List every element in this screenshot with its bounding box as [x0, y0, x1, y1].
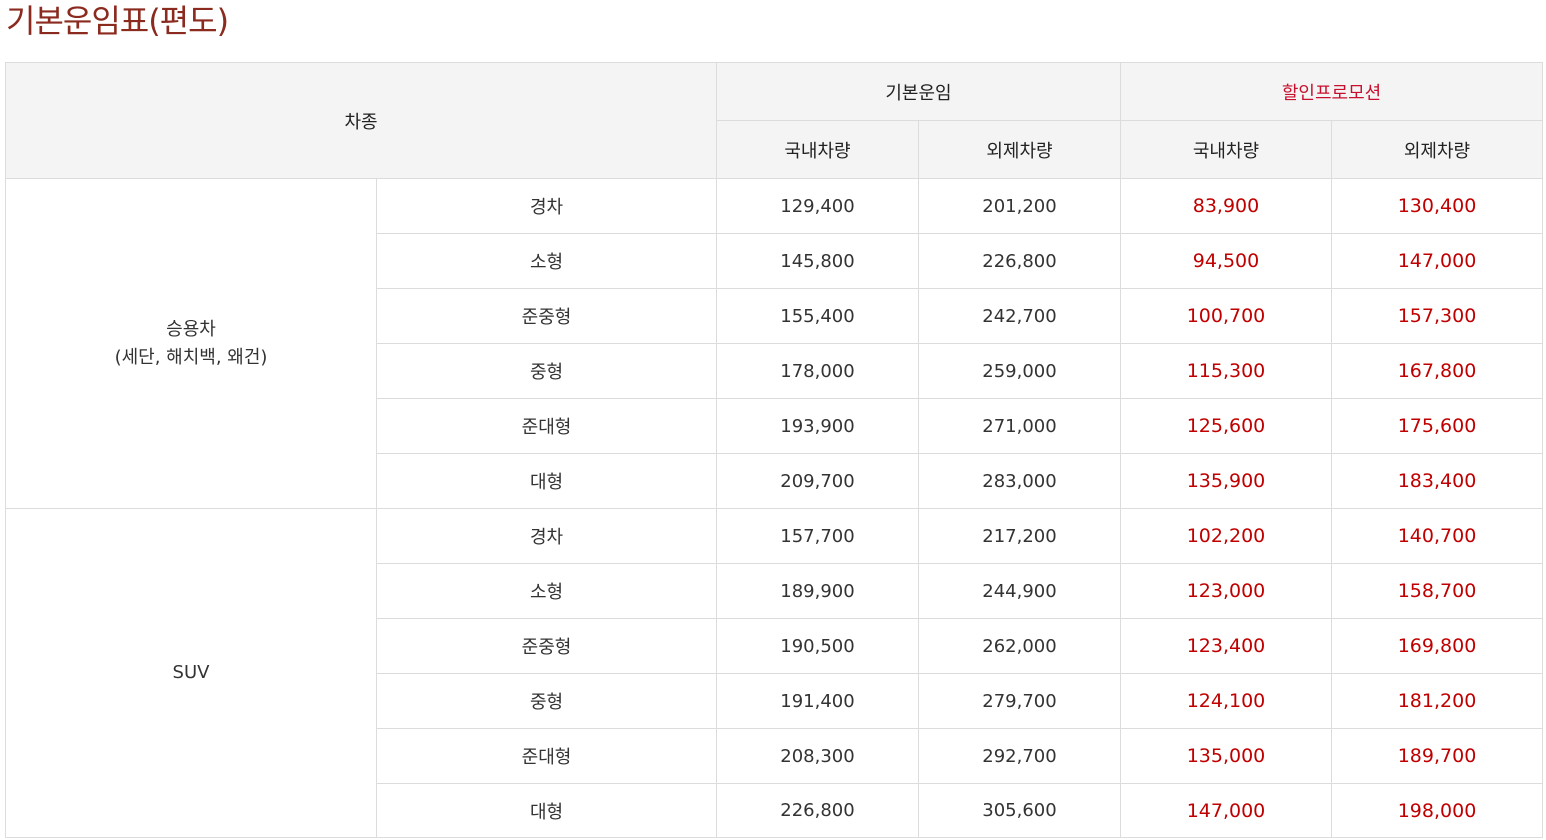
promo-domestic-fare: 123,400	[1120, 618, 1332, 674]
promo-foreign-fare: 175,600	[1330, 398, 1544, 454]
base-foreign-fare: 242,700	[918, 288, 1121, 344]
promo-foreign-fare: 167,800	[1330, 343, 1544, 399]
base-foreign-fare: 244,900	[918, 563, 1121, 619]
base-domestic-fare: 209,700	[716, 453, 919, 509]
vehicle-size: 중형	[376, 343, 717, 399]
base-foreign-fare: 283,000	[918, 453, 1121, 509]
promo-domestic-fare: 124,100	[1120, 673, 1332, 729]
promo-foreign-fare: 181,200	[1330, 673, 1544, 729]
base-domestic-fare: 226,800	[716, 783, 919, 838]
category-name: 승용차	[166, 318, 216, 340]
vehicle-size: 대형	[376, 783, 717, 838]
promo-domestic-fare: 115,300	[1120, 343, 1332, 399]
vehicle-size: 준대형	[376, 398, 717, 454]
base-domestic-fare: 189,900	[716, 563, 919, 619]
base-foreign-fare: 271,000	[918, 398, 1121, 454]
base-domestic-fare: 155,400	[716, 288, 919, 344]
base-domestic-fare: 129,400	[716, 178, 919, 234]
vehicle-size: 경차	[376, 508, 717, 564]
promo-foreign-fare: 158,700	[1330, 563, 1544, 619]
table-row: SUV 경차 157,700 217,200 102,200 140,700	[5, 508, 1544, 838]
promo-domestic-fare: 123,000	[1120, 563, 1332, 619]
promo-foreign-fare: 183,400	[1330, 453, 1544, 509]
header-promo-domestic: 국내차량	[1120, 120, 1332, 179]
table-body: 승용차 (세단, 해치백, 왜건) 경차 129,400 201,200 83,900 13…	[5, 178, 1544, 838]
promo-foreign-fare: 147,000	[1330, 233, 1544, 289]
promo-domestic-fare: 102,200	[1120, 508, 1332, 564]
promo-domestic-fare: 94,500	[1120, 233, 1332, 289]
base-foreign-fare: 217,200	[918, 508, 1121, 564]
base-domestic-fare: 191,400	[716, 673, 919, 729]
vehicle-category: SUV	[5, 508, 377, 838]
base-domestic-fare: 145,800	[716, 233, 919, 289]
promo-foreign-fare: 169,800	[1330, 618, 1544, 674]
header-promotion: 할인프로모션	[1119, 62, 1544, 121]
vehicle-size: 준대형	[376, 728, 717, 784]
header-base-fare: 기본운임	[716, 62, 1121, 121]
fare-table: 차종 기본운임 할인프로모션 국내차량 외제차량 국내차량 외제차량 승용차 (세…	[5, 62, 1544, 838]
category-name: SUV	[172, 662, 210, 683]
header-vehicle-type: 차종	[5, 62, 717, 179]
header-promo-foreign: 외제차량	[1330, 120, 1544, 179]
promo-foreign-fare: 198,000	[1330, 783, 1544, 838]
promo-domestic-fare: 83,900	[1120, 178, 1332, 234]
base-domestic-fare: 193,900	[716, 398, 919, 454]
base-foreign-fare: 259,000	[918, 343, 1121, 399]
vehicle-size: 준중형	[376, 288, 717, 344]
vehicle-size: 대형	[376, 453, 717, 509]
base-domestic-fare: 190,500	[716, 618, 919, 674]
base-domestic-fare: 157,700	[716, 508, 919, 564]
promo-domestic-fare: 135,900	[1120, 453, 1332, 509]
promo-domestic-fare: 125,600	[1120, 398, 1332, 454]
base-domestic-fare: 178,000	[716, 343, 919, 399]
vehicle-size: 경차	[376, 178, 717, 234]
promo-foreign-fare: 130,400	[1330, 178, 1544, 234]
promo-domestic-fare: 135,000	[1120, 728, 1332, 784]
header-row-top: 차종 기본운임 할인프로모션	[5, 62, 1544, 179]
base-domestic-fare: 208,300	[716, 728, 919, 784]
category-subtitle: (세단, 해치백, 왜건)	[114, 346, 268, 368]
base-foreign-fare: 305,600	[918, 783, 1121, 838]
promo-domestic-fare: 147,000	[1120, 783, 1332, 838]
vehicle-size: 소형	[376, 563, 717, 619]
promo-foreign-fare: 140,700	[1330, 508, 1544, 564]
base-foreign-fare: 262,000	[918, 618, 1121, 674]
vehicle-size: 중형	[376, 673, 717, 729]
base-foreign-fare: 292,700	[918, 728, 1121, 784]
page-title: 기본운임표(편도)	[6, 2, 229, 40]
header-base-domestic: 국내차량	[716, 120, 919, 179]
table-header: 차종 기본운임 할인프로모션 국내차량 외제차량 국내차량 외제차량	[5, 62, 1544, 179]
promo-foreign-fare: 157,300	[1330, 288, 1544, 344]
table-row: 승용차 (세단, 해치백, 왜건) 경차 129,400 201,200 83,900 13…	[5, 178, 1544, 509]
vehicle-category: 승용차 (세단, 해치백, 왜건)	[5, 178, 377, 509]
base-foreign-fare: 279,700	[918, 673, 1121, 729]
base-foreign-fare: 226,800	[918, 233, 1121, 289]
vehicle-size: 소형	[376, 233, 717, 289]
vehicle-size: 준중형	[376, 618, 717, 674]
header-base-foreign: 외제차량	[918, 120, 1121, 179]
promo-foreign-fare: 189,700	[1330, 728, 1544, 784]
promo-domestic-fare: 100,700	[1120, 288, 1332, 344]
base-foreign-fare: 201,200	[918, 178, 1121, 234]
